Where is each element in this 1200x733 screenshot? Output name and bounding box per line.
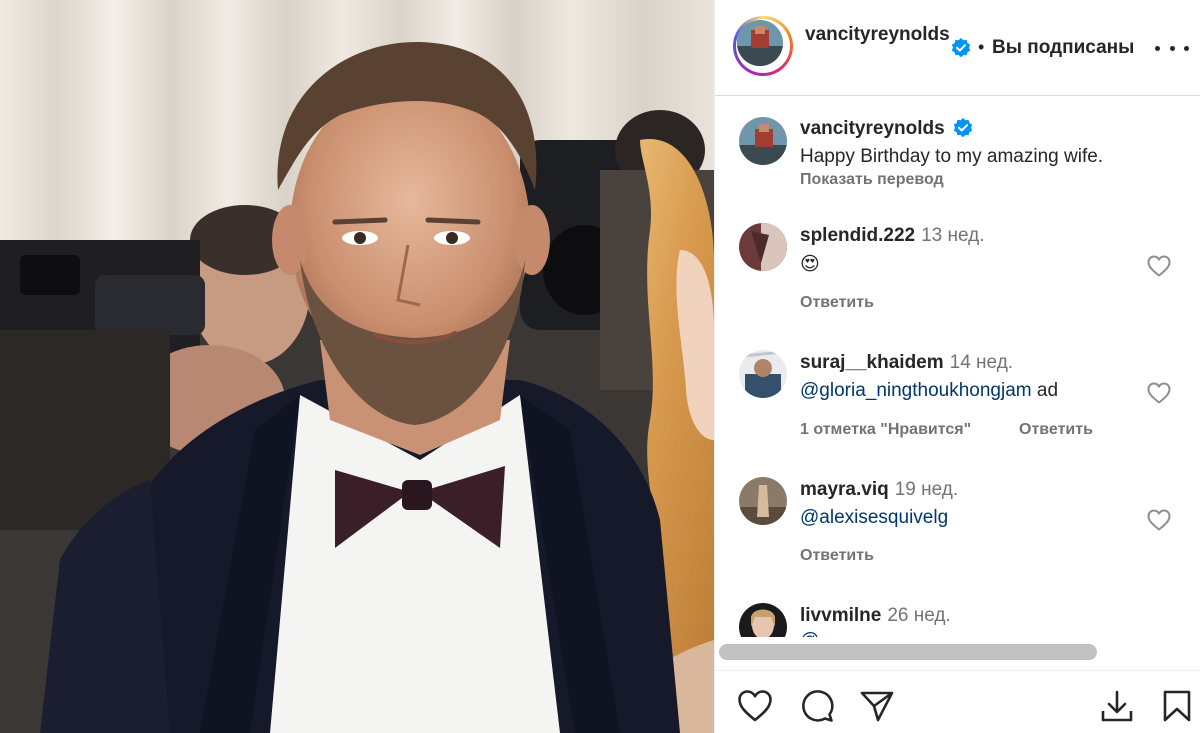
- comment-avatar[interactable]: [739, 223, 787, 271]
- heart-icon[interactable]: [1147, 509, 1171, 531]
- bookmark-icon[interactable]: [1159, 689, 1195, 723]
- heart-icon[interactable]: [737, 689, 773, 723]
- comment-mention[interactable]: @alexisesquivelg: [800, 507, 948, 528]
- comment-username[interactable]: suraj__khaidem: [800, 352, 944, 373]
- comment-time[interactable]: 19 нед.: [895, 479, 958, 500]
- comment-header: suraj__khaidem 14 нед.: [800, 352, 1013, 374]
- comment-text: @alexisesquivelg: [800, 507, 948, 529]
- post-action-bar: [715, 670, 1200, 733]
- post-header: vancityreynolds • Вы подписаны: [715, 0, 1200, 96]
- verified-badge-icon: [951, 38, 971, 58]
- caption-author-avatar[interactable]: [739, 117, 787, 165]
- share-icon[interactable]: [859, 689, 895, 723]
- heart-icon[interactable]: [1147, 255, 1171, 277]
- comment-avatar[interactable]: [739, 350, 787, 398]
- author-username[interactable]: vancityreynolds: [805, 22, 950, 48]
- follow-status-button[interactable]: Вы подписаны: [992, 37, 1134, 59]
- reply-button[interactable]: Ответить: [1019, 421, 1093, 439]
- author-avatar[interactable]: [733, 16, 793, 76]
- reply-button[interactable]: Ответить: [800, 547, 874, 565]
- comment-time[interactable]: 26 нед.: [887, 605, 950, 626]
- comment-time[interactable]: 13 нед.: [921, 225, 984, 246]
- comment-header: livvmilne 26 нед.: [800, 605, 951, 627]
- comment-text: 😍: [800, 254, 820, 275]
- heart-icon[interactable]: [1147, 382, 1171, 404]
- header-separator: •: [978, 37, 985, 57]
- more-options-button[interactable]: [1155, 38, 1189, 58]
- comment-mention[interactable]: @: [800, 630, 819, 637]
- caption-text: Happy Birthday to my amazing wife.: [800, 146, 1104, 167]
- verified-badge-icon: [953, 117, 973, 137]
- author-avatar-image: [737, 20, 783, 66]
- comment-username[interactable]: livvmilne: [800, 605, 881, 626]
- comment-avatar[interactable]: [739, 477, 787, 525]
- caption-username[interactable]: vancityreynolds: [800, 118, 945, 139]
- download-icon[interactable]: [1099, 689, 1135, 723]
- comment-mention[interactable]: @gloria_ningthoukhongjam: [800, 380, 1032, 401]
- comment-text: @gloria_ningthoukhongjam ad: [800, 380, 1058, 402]
- comment-avatar[interactable]: [739, 603, 787, 637]
- caption-header: vancityreynolds: [800, 117, 973, 140]
- comment-header: splendid.222 13 нед.: [800, 225, 985, 247]
- horizontal-scrollbar[interactable]: [719, 644, 1097, 660]
- comment-username[interactable]: mayra.viq: [800, 479, 889, 500]
- show-translation-link[interactable]: Показать перевод: [800, 171, 944, 189]
- comment-header: mayra.viq 19 нед.: [800, 479, 958, 501]
- post-photo[interactable]: [0, 0, 714, 733]
- more-horizontal-icon: [1155, 45, 1160, 51]
- post-side-panel: vancityreynolds • Вы подписаны vancityre…: [714, 0, 1200, 733]
- comment-body: ad: [1031, 380, 1059, 401]
- comment-text: @: [800, 630, 819, 637]
- comment-username[interactable]: splendid.222: [800, 225, 915, 246]
- comment-icon[interactable]: [799, 689, 835, 723]
- reply-button[interactable]: Ответить: [800, 294, 874, 312]
- comment-time[interactable]: 14 нед.: [950, 352, 1013, 373]
- comment-likes-count[interactable]: 1 отметка "Нравится": [800, 421, 971, 439]
- comments-list[interactable]: vancityreynolds Happy Birthday to my ama…: [715, 97, 1200, 637]
- post-photo-illustration: [0, 0, 714, 733]
